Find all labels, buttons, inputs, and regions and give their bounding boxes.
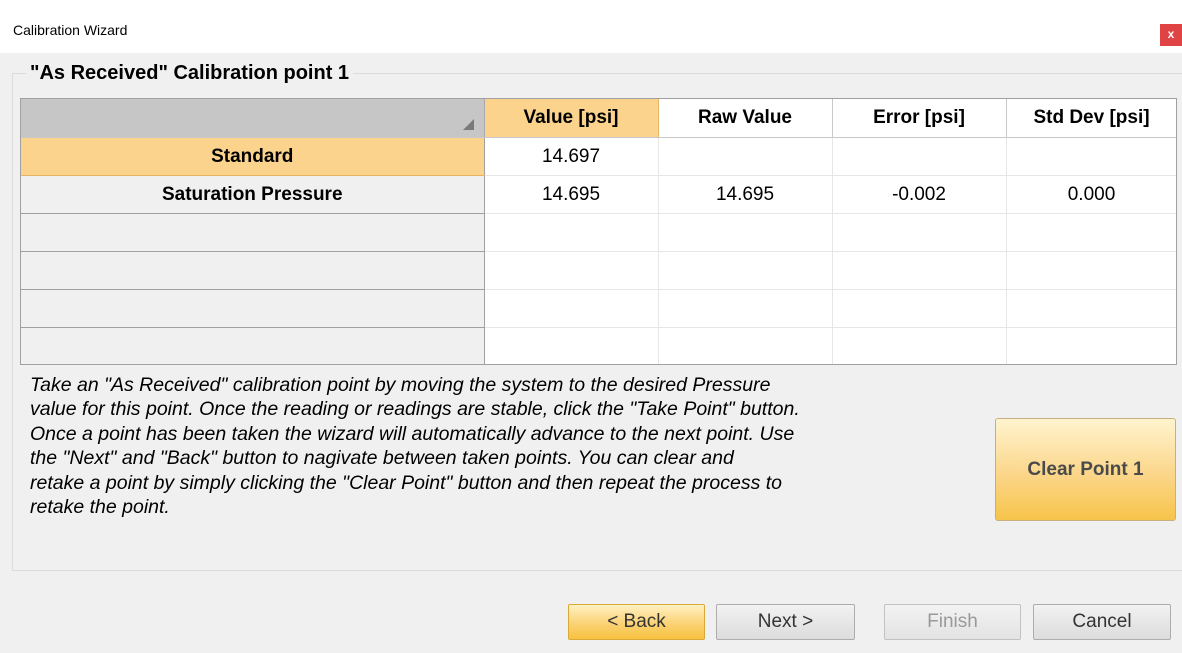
- header-row: Value [psi] Raw Value Error [psi] Std De…: [21, 99, 1176, 138]
- table-cell[interactable]: [484, 213, 659, 252]
- table-cell[interactable]: 0.000: [1006, 175, 1176, 214]
- table-cell[interactable]: -0.002: [832, 175, 1007, 214]
- column-header-raw-value[interactable]: Raw Value: [658, 99, 833, 138]
- table-cell[interactable]: [484, 289, 659, 328]
- table-cell[interactable]: 14.695: [658, 175, 833, 214]
- table-row[interactable]: [21, 289, 1176, 328]
- table-cell[interactable]: [658, 327, 833, 364]
- sort-indicator-icon: [462, 119, 474, 130]
- table-cell[interactable]: [1006, 251, 1176, 290]
- table-row[interactable]: [21, 213, 1176, 252]
- table-cell[interactable]: [1006, 289, 1176, 328]
- table-cell[interactable]: [484, 251, 659, 290]
- row-header[interactable]: [21, 251, 485, 290]
- table-cell[interactable]: [832, 137, 1007, 176]
- clear-point-button[interactable]: Clear Point 1: [995, 418, 1176, 521]
- title-bar: Calibration Wizard x: [0, 0, 1182, 53]
- next-button[interactable]: Next >: [716, 604, 855, 640]
- row-header[interactable]: [21, 213, 485, 252]
- corner-header-cell[interactable]: [21, 99, 485, 138]
- table-cell[interactable]: [832, 251, 1007, 290]
- table-cell[interactable]: [1006, 327, 1176, 364]
- table-row[interactable]: Saturation Pressure 14.695 14.695 -0.002…: [21, 175, 1176, 214]
- group-title: "As Received" Calibration point 1: [26, 62, 354, 85]
- row-header[interactable]: [21, 289, 485, 328]
- table-cell[interactable]: 14.697: [484, 137, 659, 176]
- table-cell[interactable]: [658, 137, 833, 176]
- cancel-button[interactable]: Cancel: [1033, 604, 1171, 640]
- divider: [12, 570, 1182, 571]
- row-header[interactable]: Standard: [21, 137, 485, 176]
- calibration-grid[interactable]: Value [psi] Raw Value Error [psi] Std De…: [20, 98, 1177, 365]
- table-cell[interactable]: [658, 289, 833, 328]
- table-row[interactable]: [21, 251, 1176, 290]
- instructions-text: Take an "As Received" calibration point …: [30, 374, 800, 519]
- close-icon[interactable]: x: [1160, 24, 1182, 46]
- table-cell[interactable]: [658, 251, 833, 290]
- table-row[interactable]: Standard 14.697: [21, 137, 1176, 176]
- column-header-error[interactable]: Error [psi]: [832, 99, 1007, 138]
- row-header[interactable]: [21, 327, 485, 364]
- table-cell[interactable]: [1006, 213, 1176, 252]
- finish-button[interactable]: Finish: [884, 604, 1021, 640]
- table-cell[interactable]: [832, 289, 1007, 328]
- table-cell[interactable]: [832, 213, 1007, 252]
- table-cell[interactable]: [1006, 137, 1176, 176]
- table-cell[interactable]: [832, 327, 1007, 364]
- calibration-wizard-window: Calibration Wizard x "As Received" Calib…: [0, 0, 1182, 653]
- row-header[interactable]: Saturation Pressure: [21, 175, 485, 214]
- table-cell[interactable]: 14.695: [484, 175, 659, 214]
- calibration-table: Value [psi] Raw Value Error [psi] Std De…: [21, 99, 1176, 364]
- column-header-std-dev[interactable]: Std Dev [psi]: [1006, 99, 1176, 138]
- table-row[interactable]: [21, 327, 1176, 364]
- column-header-value[interactable]: Value [psi]: [484, 99, 659, 138]
- window-title: Calibration Wizard: [13, 22, 128, 38]
- back-button[interactable]: < Back: [568, 604, 705, 640]
- table-cell[interactable]: [484, 327, 659, 364]
- table-cell[interactable]: [658, 213, 833, 252]
